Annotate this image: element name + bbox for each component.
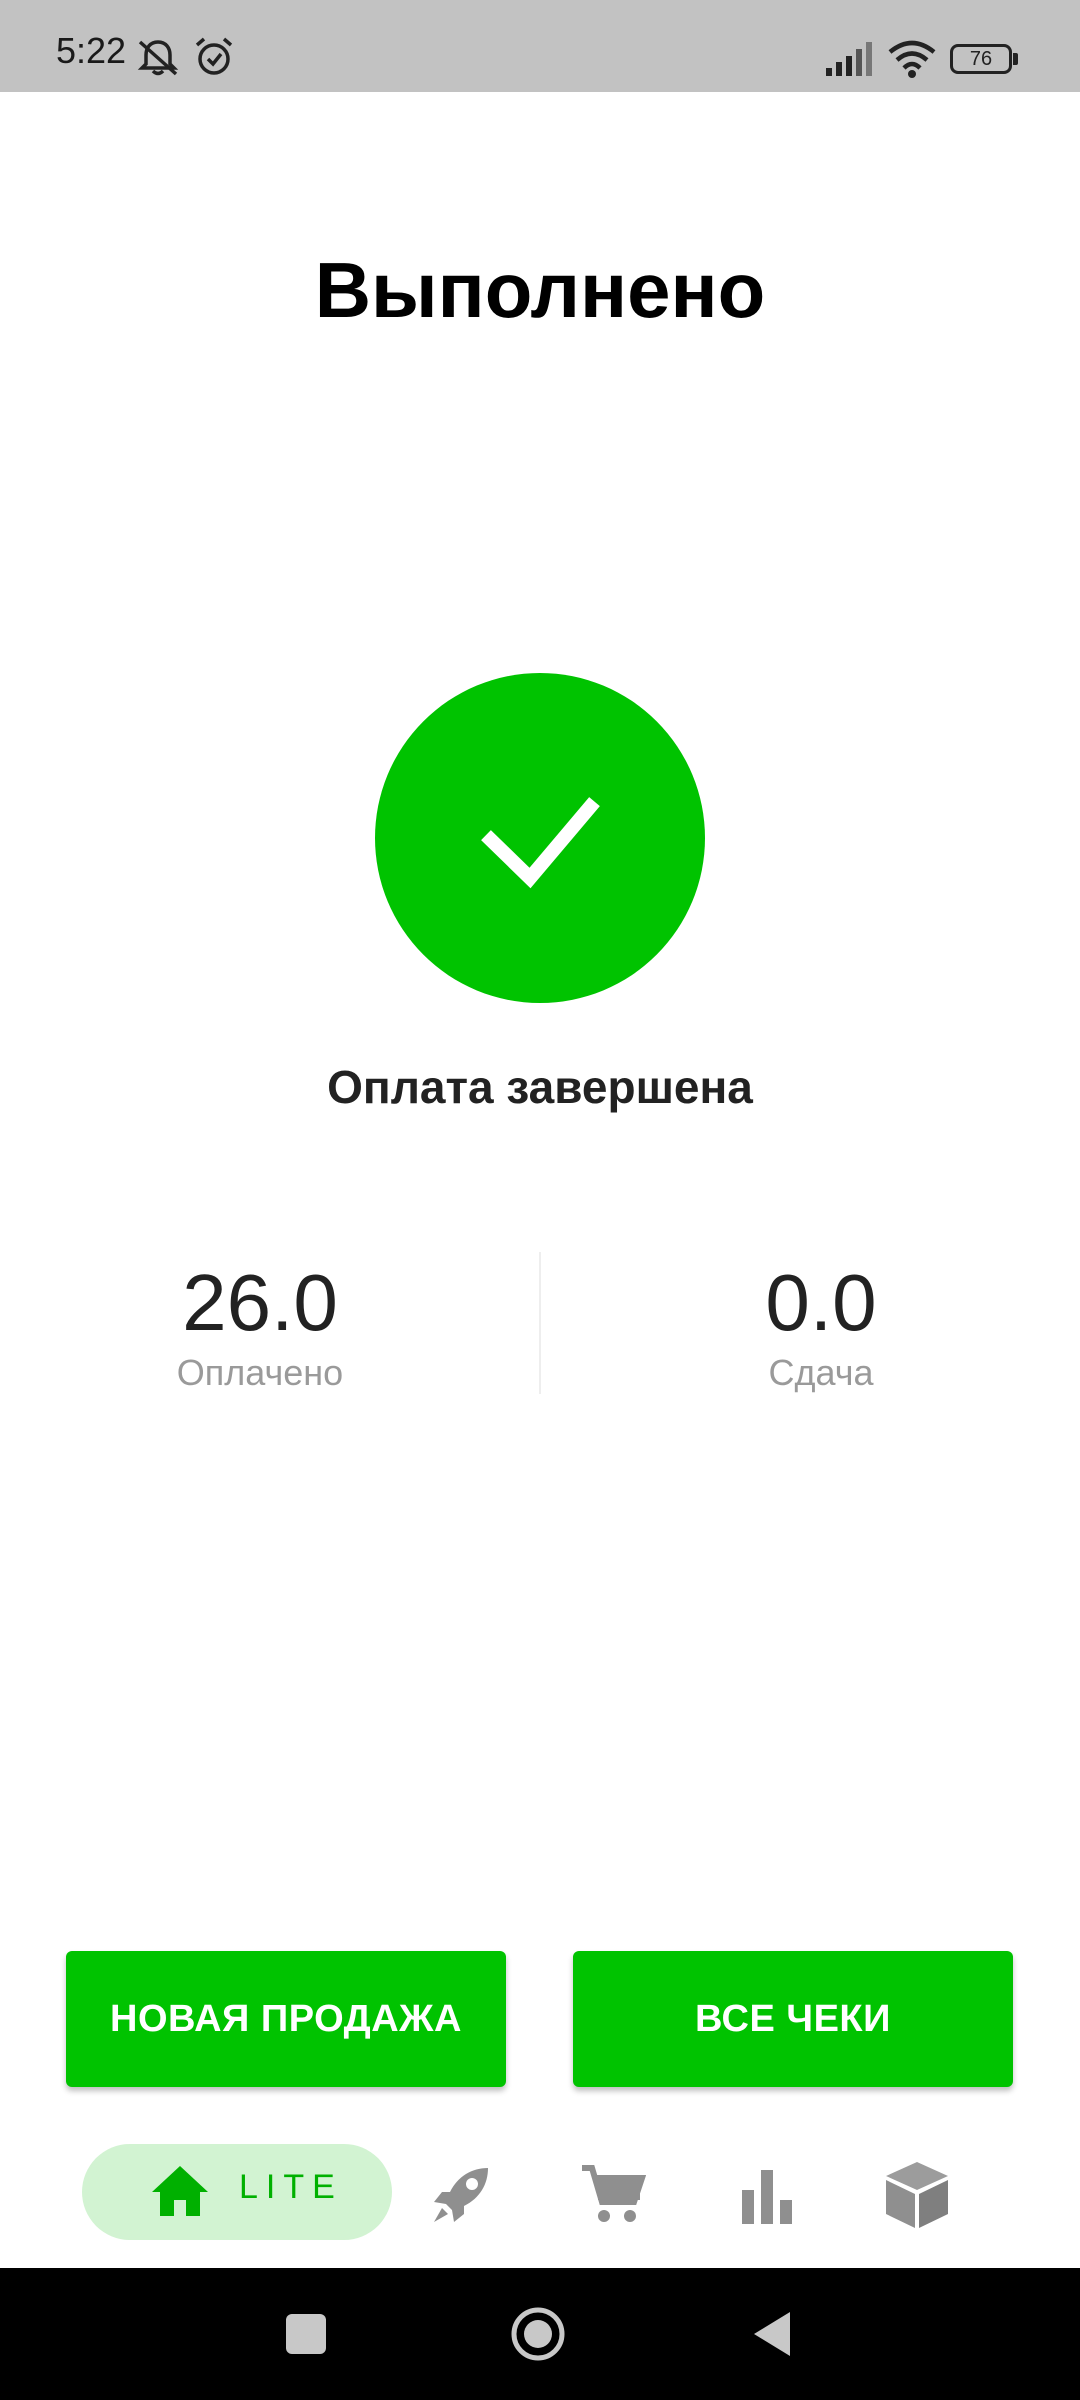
back-button[interactable] — [752, 2310, 794, 2358]
bar-chart-icon[interactable] — [740, 2166, 794, 2224]
rocket-icon[interactable] — [428, 2162, 494, 2228]
payment-status: Оплата завершена — [327, 1061, 753, 1113]
box-icon[interactable] — [884, 2160, 950, 2230]
stats-divider — [539, 1252, 541, 1394]
change-value: 0.0 — [765, 1258, 877, 1347]
paid-stat: 26.0 Оплачено — [110, 1255, 410, 1395]
system-nav-bar — [0, 2268, 1080, 2400]
nav-item-home[interactable]: LITE — [82, 2144, 392, 2240]
paid-label: Оплачено — [176, 1352, 344, 1393]
success-badge — [375, 673, 705, 1003]
battery-level: 76 — [969, 48, 993, 70]
cart-icon[interactable] — [580, 2162, 646, 2228]
wifi-icon — [888, 40, 936, 78]
page-title: Выполнено — [314, 246, 766, 334]
nav-item-label: LITE — [239, 2168, 343, 2206]
home-icon — [152, 2166, 208, 2216]
home-button[interactable] — [510, 2306, 566, 2362]
checkmark-icon — [481, 797, 600, 889]
new-sale-button[interactable]: НОВАЯ ПРОДАЖА — [66, 1951, 506, 2087]
battery-icon: 76 — [950, 44, 1012, 74]
signal-icon — [826, 42, 872, 76]
change-label: Сдача — [768, 1352, 874, 1393]
status-bar: 5:22 76 — [0, 0, 1080, 92]
status-time: 5:22 — [56, 30, 127, 71]
all-receipts-button[interactable]: ВСЕ ЧЕКИ — [573, 1951, 1013, 2087]
muted-bell-icon — [137, 40, 179, 76]
battery-tip — [1013, 53, 1018, 65]
paid-value: 26.0 — [182, 1258, 338, 1347]
change-stat: 0.0 Сдача — [671, 1255, 971, 1395]
alarm-icon — [195, 37, 233, 75]
recents-button[interactable] — [286, 2314, 326, 2354]
